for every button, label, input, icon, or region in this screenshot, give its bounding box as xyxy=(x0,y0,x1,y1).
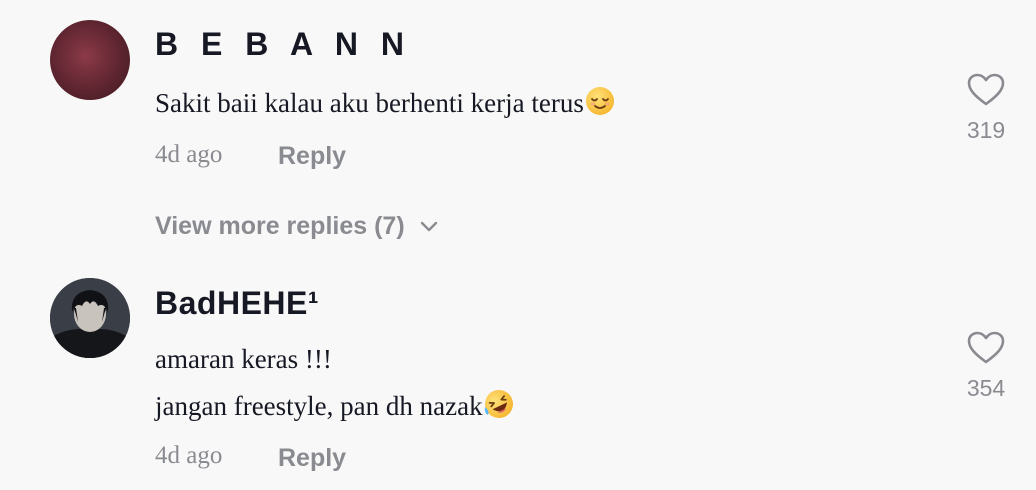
avatar[interactable] xyxy=(50,278,130,358)
like-count: 319 xyxy=(966,117,1006,143)
chevron-down-icon xyxy=(419,211,439,241)
comment-timestamp: 4d ago xyxy=(155,442,223,469)
comment-text: jangan freestyle, pan dh nazak xyxy=(155,389,514,425)
comment-text-line: jangan freestyle, pan dh nazak xyxy=(155,391,483,421)
reply-button[interactable]: Reply xyxy=(278,141,346,171)
comment-text-line: amaran keras !!! xyxy=(155,344,332,374)
view-more-replies-button[interactable]: View more replies (7) xyxy=(155,211,439,241)
like-count: 354 xyxy=(966,375,1006,401)
heart-icon[interactable] xyxy=(966,330,1006,371)
reply-button[interactable]: Reply xyxy=(278,443,346,473)
avatar[interactable] xyxy=(50,20,130,100)
comment-text: Sakit baii kalau aku berhenti kerja teru… xyxy=(155,86,615,122)
heart-icon[interactable] xyxy=(966,72,1006,113)
rolling-on-floor-laughing-face-emoji-icon xyxy=(484,389,514,425)
comment-username[interactable]: BadHEHE¹ xyxy=(155,283,319,323)
like-button[interactable]: 319 xyxy=(960,72,1012,143)
like-button[interactable]: 354 xyxy=(960,330,1012,401)
view-more-replies-label: View more replies (7) xyxy=(155,212,405,240)
comment-text-line: Sakit baii kalau aku berhenti kerja teru… xyxy=(155,88,584,118)
comment-timestamp: 4d ago xyxy=(155,141,223,168)
comment-username[interactable]: B E B A N N xyxy=(155,24,411,64)
relieved-face-emoji-icon xyxy=(585,86,615,122)
